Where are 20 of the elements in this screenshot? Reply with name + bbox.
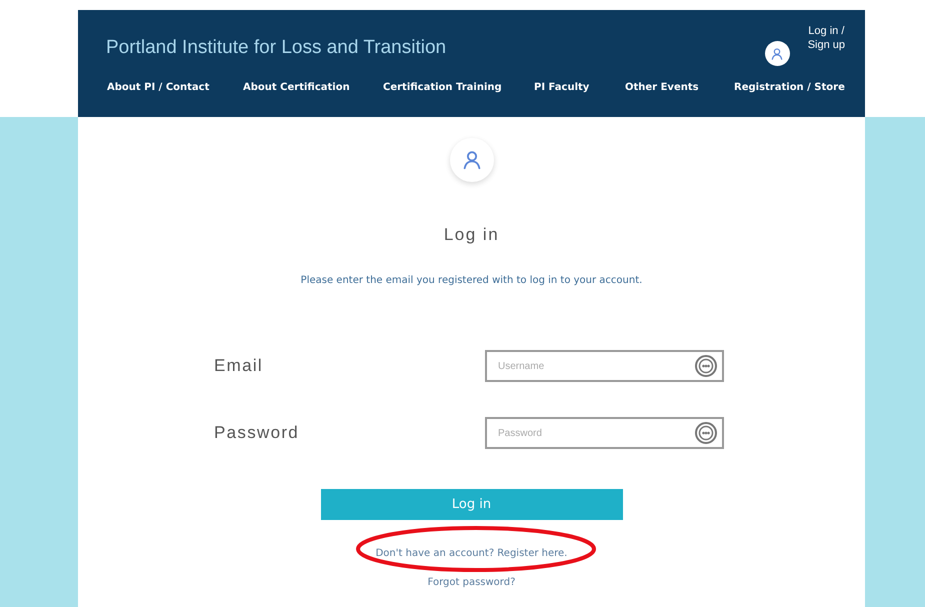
forgot-password-link[interactable]: Forgot password? [428, 577, 516, 588]
input-field[interactable]: Password [485, 417, 724, 449]
nav-link[interactable]: Other Events [625, 82, 734, 93]
input-field[interactable]: Username [485, 350, 724, 382]
instructions-text: Please enter the email you registered with to log in to your account. [300, 275, 642, 286]
login-signup-link[interactable]: Log in / Sign up [808, 24, 845, 52]
nav-link[interactable]: Registration / Store [734, 82, 854, 93]
site-title: Portland Institute for Loss and Transition [106, 37, 448, 59]
avatar-icon[interactable] [764, 41, 790, 66]
dots-icon[interactable] [694, 421, 718, 445]
nav-link[interactable]: About PI / Contact [107, 82, 243, 93]
nav-link[interactable]: Certification Training [383, 82, 534, 93]
field-label: Password [214, 423, 300, 443]
register-link[interactable]: Don't have an account? Register here. [376, 548, 568, 559]
nav-link[interactable]: PI Faculty [534, 82, 625, 93]
nav-link[interactable]: About Certification [243, 82, 383, 93]
login-title: Log in [444, 225, 500, 245]
user-icon [770, 46, 784, 60]
field-label: Email [214, 356, 264, 376]
dots-icon[interactable] [694, 354, 718, 378]
